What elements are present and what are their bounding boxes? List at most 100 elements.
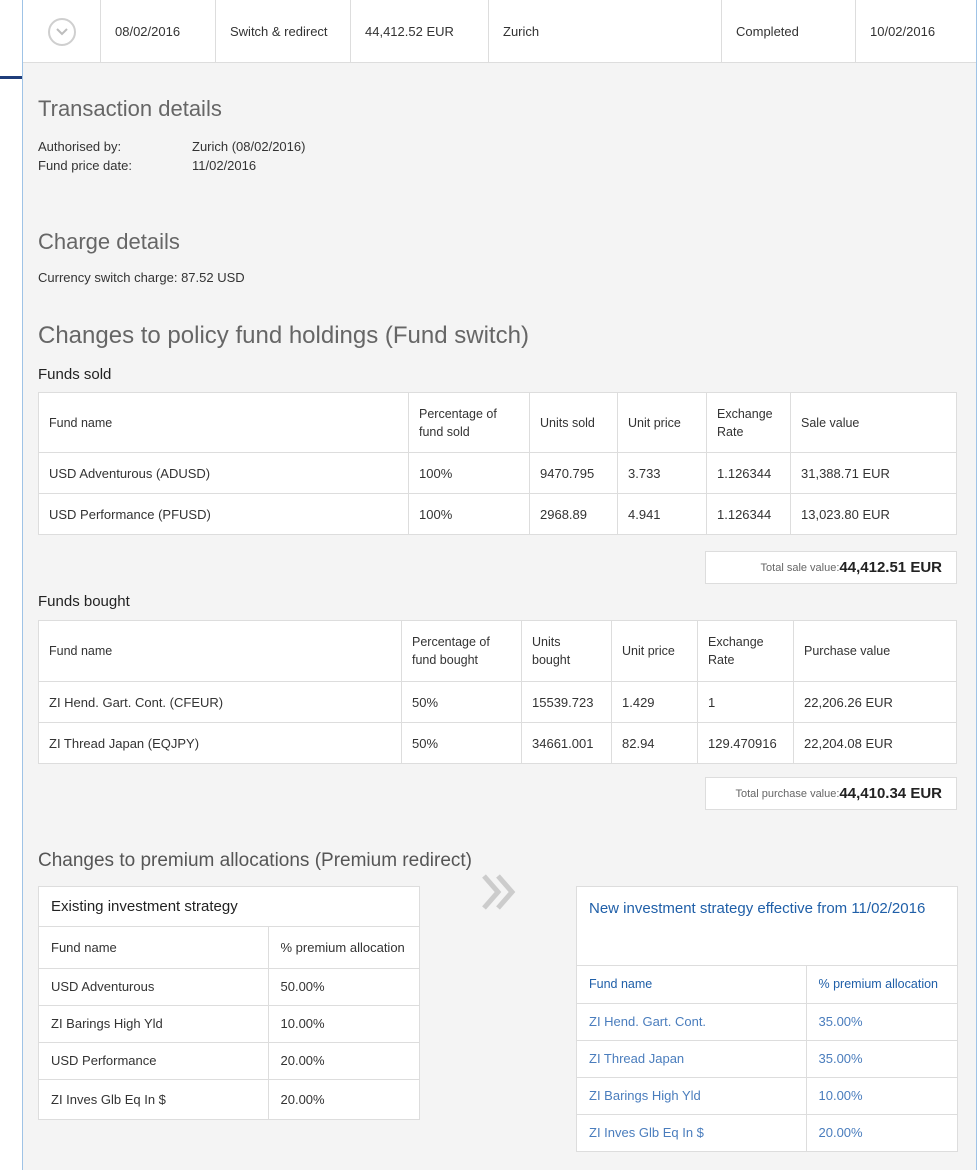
exchange-rate-cell: 1 [697, 681, 794, 723]
currency-switch-charge-row: Currency switch charge: 87.52 USD [38, 270, 245, 285]
allocation-cell: 10.00% [805, 1076, 957, 1114]
new-strategy-table: Fund name % premium allocation ZI Hend. … [577, 966, 957, 1151]
units-cell: 15539.723 [521, 681, 612, 723]
total-purchase-value: 44,410.34 EUR [839, 785, 942, 802]
column-header: Unit price [617, 392, 707, 453]
unit-price-cell: 3.733 [617, 452, 707, 494]
fund-name-cell: ZI Thread Japan [577, 1039, 806, 1077]
column-header: % premium allocation [267, 927, 419, 968]
column-header: Percentage of fund bought [401, 620, 522, 682]
allocation-cell: 20.00% [805, 1113, 957, 1151]
charge-details-heading: Charge details [38, 229, 180, 254]
total-sale-value-label: Total sale value: [760, 561, 840, 574]
authorised-by-row: Authorised by: Zurich (08/02/2016) [38, 139, 305, 154]
transaction-details-heading: Transaction details [38, 96, 222, 121]
fund-name-cell: ZI Thread Japan (EQJPY) [38, 722, 402, 764]
allocation-cell: 35.00% [805, 1039, 957, 1077]
total-sale-value: 44,412.51 EUR [839, 559, 942, 576]
fund-name-cell: ZI Barings High Yld [39, 1004, 268, 1042]
unit-price-cell: 82.94 [611, 722, 698, 764]
value-cell: 13,023.80 EUR [790, 493, 957, 535]
fund-holdings-heading: Changes to policy fund holdings (Fund sw… [38, 322, 529, 349]
transaction-summary-row[interactable]: 08/02/2016 Switch & redirect 44,412.52 E… [23, 0, 976, 63]
summary-type: Switch & redirect [216, 0, 351, 63]
allocation-cell: 20.00% [267, 1078, 419, 1119]
column-header: Exchange Rate [697, 620, 794, 682]
fund-name-cell: ZI Hend. Gart. Cont. (CFEUR) [38, 681, 402, 723]
unit-price-cell: 1.429 [611, 681, 698, 723]
percentage-cell: 100% [408, 452, 530, 494]
table-header-row: Fund name % premium allocation [39, 927, 419, 968]
table-header-row: Fund name Percentage of fund sold Units … [38, 392, 957, 453]
fund-name-cell: USD Performance (PFUSD) [38, 493, 409, 535]
fund-name-cell: USD Performance [39, 1041, 268, 1079]
table-row: ZI Hend. Gart. Cont. 35.00% [577, 1002, 957, 1040]
total-sale-value-box: Total sale value: 44,412.51 EUR [705, 551, 957, 584]
table-row: ZI Inves Glb Eq In $ 20.00% [39, 1078, 419, 1119]
value-cell: 22,206.26 EUR [793, 681, 957, 723]
units-cell: 2968.89 [529, 493, 618, 535]
fund-price-date-value: 11/02/2016 [192, 158, 257, 173]
column-header: Units bought [521, 620, 612, 682]
percentage-cell: 100% [408, 493, 530, 535]
percentage-cell: 50% [401, 681, 522, 723]
existing-strategy-title: Existing investment strategy [39, 887, 419, 927]
collapse-toggle-button[interactable] [47, 17, 76, 46]
funds-sold-heading: Funds sold [38, 366, 112, 383]
authorised-by-label: Authorised by: [38, 139, 122, 154]
column-header: % premium allocation [805, 966, 957, 1003]
table-row: ZI Barings High Yld 10.00% [577, 1076, 957, 1114]
existing-strategy-panel: Existing investment strategy Fund name %… [38, 886, 420, 1120]
currency-switch-charge-value: 87.52 USD [181, 270, 245, 285]
value-cell: 22,204.08 EUR [793, 722, 957, 764]
total-purchase-value-box: Total purchase value: 44,410.34 EUR [705, 777, 957, 810]
transaction-panel: 08/02/2016 Switch & redirect 44,412.52 E… [22, 0, 977, 1170]
table-row: USD Adventurous 50.00% [39, 967, 419, 1005]
column-header: Units sold [529, 392, 618, 453]
unit-price-cell: 4.941 [617, 493, 707, 535]
funds-sold-table: Fund name Percentage of fund sold Units … [38, 392, 957, 535]
allocation-cell: 10.00% [267, 1004, 419, 1042]
summary-amount: 44,412.52 EUR [351, 0, 489, 63]
summary-date: 08/02/2016 [101, 0, 216, 63]
new-strategy-title: New investment strategy effective from 1… [577, 887, 957, 966]
table-row: ZI Thread Japan (EQJPY) 50% 34661.001 82… [38, 722, 957, 764]
funds-bought-heading: Funds bought [38, 593, 130, 610]
chevron-down-icon [55, 27, 68, 35]
fund-price-date-label: Fund price date: [38, 158, 132, 173]
column-header: Purchase value [793, 620, 957, 682]
column-header: Fund name [38, 392, 409, 453]
percentage-cell: 50% [401, 722, 522, 764]
value-cell: 31,388.71 EUR [790, 452, 957, 494]
exchange-rate-cell: 129.470916 [697, 722, 794, 764]
column-header: Exchange Rate [706, 392, 791, 453]
fund-name-cell: USD Adventurous [39, 967, 268, 1005]
allocation-cell: 35.00% [805, 1002, 957, 1040]
column-header: Fund name [51, 939, 117, 955]
premium-allocations-heading: Changes to premium allocations (Premium … [38, 850, 472, 871]
allocation-cell: 20.00% [267, 1041, 419, 1079]
table-row: USD Performance (PFUSD) 100% 2968.89 4.9… [38, 493, 957, 535]
currency-switch-charge-label: Currency switch charge: [38, 270, 178, 285]
fund-name-cell: ZI Barings High Yld [577, 1076, 806, 1114]
authorised-by-value: Zurich (08/02/2016) [192, 139, 306, 154]
fund-name-cell: ZI Hend. Gart. Cont. [577, 1002, 806, 1040]
column-header: Sale value [790, 392, 957, 453]
allocation-cell: 50.00% [267, 967, 419, 1005]
fund-name-cell: ZI Inves Glb Eq In $ [39, 1078, 268, 1119]
exchange-rate-cell: 1.126344 [706, 493, 791, 535]
table-row: ZI Thread Japan 35.00% [577, 1039, 957, 1077]
column-header: Fund name [38, 620, 402, 682]
column-header: Unit price [611, 620, 698, 682]
column-header: Fund name [589, 977, 653, 992]
table-row: ZI Hend. Gart. Cont. (CFEUR) 50% 15539.7… [38, 681, 957, 723]
table-row: ZI Barings High Yld 10.00% [39, 1004, 419, 1042]
summary-status: Completed [722, 0, 856, 63]
fund-name-cell: USD Adventurous (ADUSD) [38, 452, 409, 494]
accent-line [0, 76, 22, 79]
existing-strategy-table: Fund name % premium allocation USD Adven… [39, 927, 419, 1119]
units-cell: 9470.795 [529, 452, 618, 494]
new-strategy-panel: New investment strategy effective from 1… [576, 886, 958, 1152]
total-purchase-value-label: Total purchase value: [735, 787, 840, 800]
units-cell: 34661.001 [521, 722, 612, 764]
